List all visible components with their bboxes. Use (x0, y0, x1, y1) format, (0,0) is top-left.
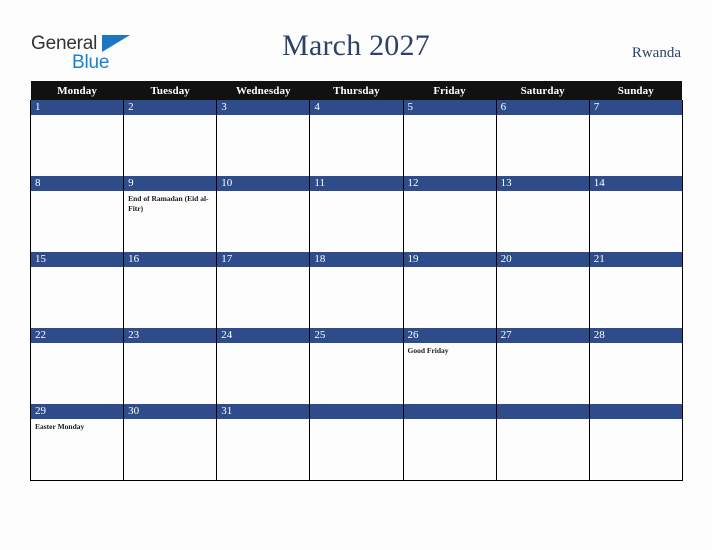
calendar-empty-cell (402, 404, 497, 481)
calendar-day-cell[interactable]: 20 (495, 252, 590, 328)
event-list: Easter Monday (31, 419, 123, 432)
date-number: 23 (124, 328, 217, 343)
calendar-day-cell[interactable]: 2 (123, 100, 218, 176)
calendar-day-cell[interactable]: 11 (309, 176, 404, 252)
weekday-header-saturday: Saturday (496, 81, 590, 100)
calendar-day-cell[interactable]: 7 (588, 100, 683, 176)
weekday-header-monday: Monday (30, 81, 124, 100)
date-number: 7 (589, 100, 682, 115)
date-number: 5 (403, 100, 496, 115)
date-number: 27 (496, 328, 589, 343)
calendar-day-cell[interactable]: 15 (29, 252, 125, 328)
calendar-day-cell[interactable]: 4 (309, 100, 404, 176)
calendar-week-row: 8 9 End of Ramadan (Eid al-Fitr) 10 11 12 13 14 (29, 176, 683, 252)
calendar-table: Monday Tuesday Wednesday Thursday Friday Satu… (29, 81, 683, 481)
calendar-day-cell[interactable]: 26 Good Friday (402, 328, 497, 404)
calendar-week-row: 15 16 17 18 19 20 21 (29, 252, 683, 328)
calendar-week-row: 29 Easter Monday 30 31 (29, 404, 683, 481)
date-number: 21 (589, 252, 682, 267)
calendar-empty-cell (309, 404, 404, 481)
date-number: 11 (310, 176, 403, 191)
calendar-day-cell[interactable]: 12 (402, 176, 497, 252)
date-number: 8 (31, 176, 124, 191)
date-number: 13 (496, 176, 589, 191)
date-number: 1 (31, 100, 124, 115)
weekday-header-tuesday: Tuesday (123, 81, 217, 100)
date-number: 22 (31, 328, 124, 343)
calendar-day-cell[interactable]: 14 (588, 176, 683, 252)
calendar-empty-cell (495, 404, 590, 481)
date-number: 3 (217, 100, 310, 115)
calendar-day-cell[interactable]: 28 (588, 328, 683, 404)
calendar-container: Monday Tuesday Wednesday Thursday Friday Satu… (29, 81, 683, 481)
calendar-day-cell[interactable]: 27 (495, 328, 590, 404)
weekday-header-thursday: Thursday (309, 81, 403, 100)
calendar-day-cell[interactable]: 19 (402, 252, 497, 328)
holiday-event: Easter Monday (35, 422, 85, 431)
date-number: 4 (310, 100, 403, 115)
calendar-header-row: Monday Tuesday Wednesday Thursday Friday Satu… (30, 81, 683, 100)
calendar-day-cell[interactable]: 29 Easter Monday (29, 404, 125, 481)
calendar-day-cell[interactable]: 31 (216, 404, 311, 481)
calendar-week-row: 22 23 24 25 26 Good Friday 27 28 (29, 328, 683, 404)
date-number (403, 404, 496, 419)
weekday-header-sunday: Sunday (589, 81, 683, 100)
date-number: 30 (124, 404, 217, 419)
date-number: 26 (403, 328, 496, 343)
calendar-day-cell[interactable]: 25 (309, 328, 404, 404)
date-number: 12 (403, 176, 496, 191)
date-number: 14 (589, 176, 682, 191)
date-number: 9 (124, 176, 217, 191)
calendar-day-cell[interactable]: 5 (402, 100, 497, 176)
calendar-day-cell[interactable]: 23 (123, 328, 218, 404)
holiday-event: End of Ramadan (Eid al-Fitr) (128, 194, 209, 213)
event-list: Good Friday (404, 343, 496, 356)
calendar-day-cell[interactable]: 17 (216, 252, 311, 328)
calendar-day-cell[interactable]: 9 End of Ramadan (Eid al-Fitr) (123, 176, 218, 252)
calendar-day-cell[interactable]: 3 (216, 100, 311, 176)
date-number: 10 (217, 176, 310, 191)
date-number: 17 (217, 252, 310, 267)
date-number: 18 (310, 252, 403, 267)
calendar-week-row: 1234567 (29, 100, 683, 176)
date-number: 15 (31, 252, 124, 267)
date-number: 20 (496, 252, 589, 267)
calendar-day-cell[interactable]: 30 (123, 404, 218, 481)
date-number: 28 (589, 328, 682, 343)
page-header: General Blue March 2027 Rwanda (0, 0, 712, 78)
weekday-header-wednesday: Wednesday (216, 81, 310, 100)
date-number (496, 404, 589, 419)
calendar-day-cell[interactable]: 10 (216, 176, 311, 252)
date-number: 29 (31, 404, 124, 419)
date-number: 6 (496, 100, 589, 115)
calendar-day-cell[interactable]: 8 (29, 176, 125, 252)
event-list: End of Ramadan (Eid al-Fitr) (124, 191, 216, 214)
calendar-day-cell[interactable]: 18 (309, 252, 404, 328)
date-number: 16 (124, 252, 217, 267)
date-number (589, 404, 682, 419)
date-number: 25 (310, 328, 403, 343)
date-number (310, 404, 403, 419)
country-label: Rwanda (631, 45, 681, 61)
calendar-day-cell[interactable]: 24 (216, 328, 311, 404)
date-number: 31 (217, 404, 310, 419)
calendar-day-cell[interactable]: 1 (29, 100, 125, 176)
weekday-header-friday: Friday (403, 81, 497, 100)
calendar-day-cell[interactable]: 21 (588, 252, 683, 328)
date-number: 2 (124, 100, 217, 115)
calendar-empty-cell (588, 404, 683, 481)
calendar-day-cell[interactable]: 6 (495, 100, 590, 176)
calendar-day-cell[interactable]: 22 (29, 328, 125, 404)
date-number: 19 (403, 252, 496, 267)
holiday-event: Good Friday (407, 346, 449, 355)
calendar-day-cell[interactable]: 13 (495, 176, 590, 252)
calendar-day-cell[interactable]: 16 (123, 252, 218, 328)
calendar-body: 1 2 3 4 5 6 7 8 9 End of Ramadan (Eid al-Fitr) 10 1… (29, 100, 683, 481)
date-number: 24 (217, 328, 310, 343)
page-title: March 2027 (282, 29, 430, 62)
